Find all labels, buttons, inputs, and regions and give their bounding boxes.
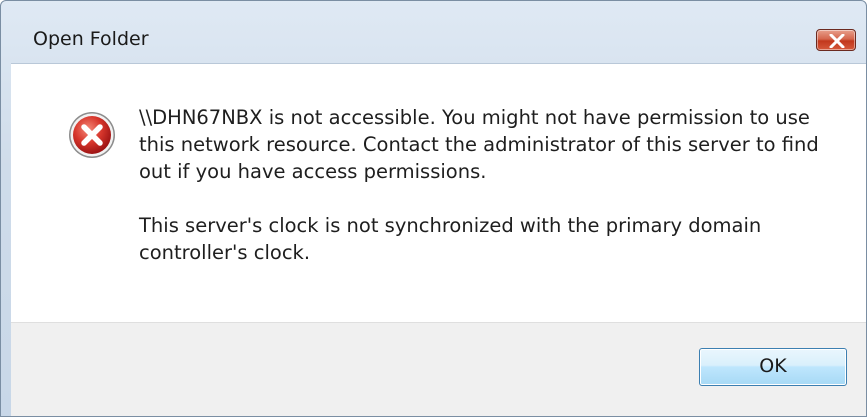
close-button[interactable] [816, 29, 856, 51]
title-bar[interactable]: Open Folder [1, 1, 866, 57]
window-title: Open Folder [33, 28, 149, 50]
open-folder-dialog: Open Folder \\DHN67NBX is not accessible… [0, 0, 867, 417]
ok-button[interactable]: OK [699, 348, 847, 386]
button-bar: OK [11, 322, 866, 416]
error-message: \\DHN67NBX is not accessible. You might … [139, 104, 839, 266]
message-paragraph: \\DHN67NBX is not accessible. You might … [139, 106, 819, 183]
error-icon [67, 110, 117, 160]
close-icon [829, 34, 845, 48]
message-area: \\DHN67NBX is not accessible. You might … [11, 63, 866, 322]
message-paragraph: This server's clock is not synchronized … [139, 214, 762, 264]
